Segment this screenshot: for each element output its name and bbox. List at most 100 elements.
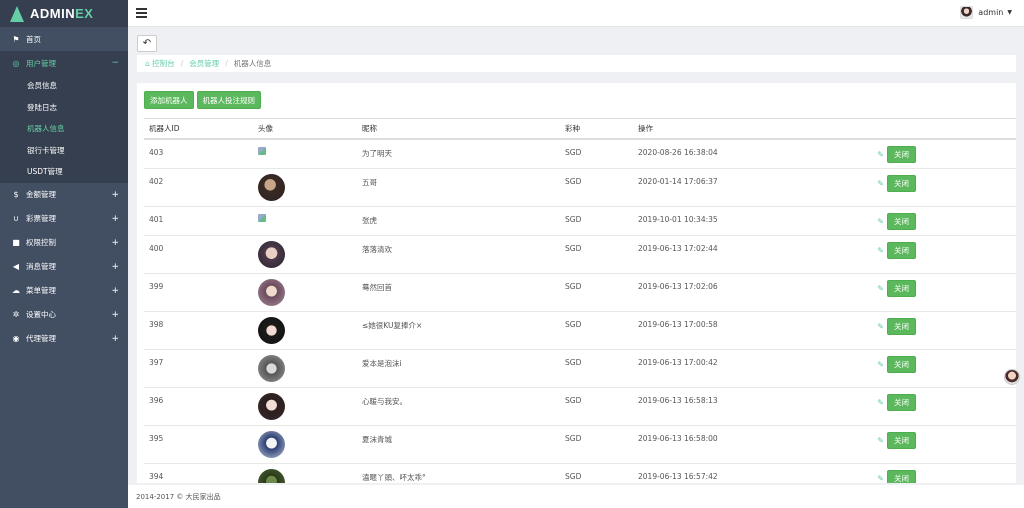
close-robot-button[interactable]: 关闭 [887,242,916,259]
edit-icon[interactable]: ✎ [877,436,884,445]
top-header: admin ▼ [128,0,1024,27]
close-robot-button[interactable]: 关闭 [887,213,916,230]
robot-bet-rules-button[interactable]: 机器人投注规则 [196,91,261,109]
robot-nickname: 溘暱丫頭、吥太乖° [362,473,426,482]
robot-id: 394 [149,472,164,481]
expand-icon: + [111,261,119,272]
edit-icon[interactable]: ✎ [877,284,884,293]
sidebar-item-menus[interactable]: ☁ 菜单管理 + [0,279,128,303]
circle-user-icon: ◉ [12,334,20,343]
home-icon: ⌂ [145,59,153,68]
edit-icon[interactable]: ✎ [877,179,884,188]
created-time: 2020-08-26 16:38:04 [638,148,718,157]
expand-icon: + [111,309,119,320]
robot-id: 403 [149,148,164,157]
caret-down-icon: ▼ [1007,9,1012,16]
edit-icon[interactable]: ✎ [877,398,884,407]
robot-id: 402 [149,177,164,186]
user-name: admin [978,8,1004,17]
table-row: 399 蓦然回首 SGD 2019-06-13 17:02:06 ✎ 关闭 [144,274,1016,312]
sidebar-item-permissions[interactable]: ■ 权限控制 + [0,231,128,255]
robot-nickname: 张虎 [362,216,377,225]
avatar [258,469,285,483]
cloud-icon: ☁ [12,286,20,295]
menu-toggle-icon[interactable] [136,8,147,18]
sidebar-item-amount[interactable]: $ 金额管理 + [0,183,128,207]
edit-icon[interactable]: ✎ [877,217,884,226]
expand-icon: + [111,213,119,224]
avatar-cell [258,312,362,349]
sidebar-subitem-usdt[interactable]: USDT管理 [0,161,128,183]
collapse-icon: − [111,58,119,68]
sidebar-subitem-bank-card[interactable]: 银行卡管理 [0,140,128,162]
close-robot-button[interactable]: 关闭 [887,280,916,297]
robot-id: 400 [149,244,164,253]
flag-icon: ⚑ [12,34,20,44]
close-robot-button[interactable]: 关闭 [887,146,916,163]
close-robot-button[interactable]: 关闭 [887,432,916,449]
column-header-actions: 操作 [638,124,653,133]
user-menu[interactable]: admin ▼ [960,6,1012,19]
avatar [258,393,285,420]
table-row: 395 夏沫青城 SGD 2019-06-13 16:58:00 ✎ 关闭 [144,426,1016,464]
created-time: 2019-06-13 17:00:58 [638,320,718,329]
lottery-type: SGD [565,177,582,186]
avatar [258,317,285,344]
breadcrumb-home[interactable]: 控制台 [152,58,175,69]
edit-icon[interactable]: ✎ [877,360,884,369]
table-body: 403 为了明天 SGD 2020-08-26 16:38:04 ✎ 关闭 402 五哥 SGD… [144,140,1016,483]
edit-icon[interactable]: ✎ [877,322,884,331]
breadcrumb-section[interactable]: 会员管理 [189,58,219,69]
add-robot-button[interactable]: 添加机器人 [144,91,194,109]
table-row: 394 溘暱丫頭、吥太乖° SGD 2019-06-13 16:57:42 ✎ 关闭 [144,464,1016,483]
avatar-cell [258,169,362,206]
edit-icon[interactable]: ✎ [877,150,884,159]
sidebar-subitem-robot-info[interactable]: 机器人信息 [0,118,128,140]
row-actions: ✎ 关闭 [877,318,916,335]
close-robot-button[interactable]: 关闭 [887,318,916,335]
close-robot-button[interactable]: 关闭 [887,356,916,373]
sidebar-item-home[interactable]: ⚑ 首页 [0,27,128,51]
sidebar-item-label: 金额管理 [26,190,56,199]
expand-icon: + [111,285,119,296]
table-row: 401 张虎 SGD 2019-10-01 10:34:35 ✎ 关闭 [144,207,1016,236]
breadcrumb-separator: / [180,59,184,68]
sidebar-subitem-member-info[interactable]: 会员信息 [0,75,128,97]
table-row: 400 落落清欢 SGD 2019-06-13 17:02:44 ✎ 关闭 [144,236,1016,274]
sidebar-item-user-management[interactable]: ◎ 用户管理 − [0,51,128,75]
floating-support-avatar[interactable] [1004,369,1020,385]
avatar-cell [258,426,362,463]
logo-text: ADMINEX [30,6,94,21]
sidebar-item-label: 权限控制 [26,238,56,247]
created-time: 2019-06-13 16:58:13 [638,396,718,405]
avatar-cell [258,464,362,483]
edit-icon[interactable]: ✎ [877,246,884,255]
avatar [258,241,285,268]
lock-icon: ■ [12,238,20,247]
robot-nickname: 为了明天 [362,149,392,158]
logo[interactable]: ADMINEX [0,0,128,27]
close-robot-button[interactable]: 关闭 [887,175,916,192]
column-header-id: 机器人ID [149,124,180,133]
sidebar-item-settings[interactable]: ✲ 设置中心 + [0,303,128,327]
avatar-cell [258,236,362,273]
bullhorn-icon: ◀ [12,262,20,271]
toolbar: 添加机器人 机器人投注规则 [144,91,261,109]
logo-icon [10,5,24,22]
sidebar-item-agents[interactable]: ◉ 代理管理 + [0,327,128,351]
avatar-cell [258,388,362,425]
sidebar-subitem-login-log[interactable]: 登陆日志 [0,97,128,119]
sidebar-item-label: 首页 [26,34,41,44]
lottery-type: SGD [565,282,582,291]
back-button[interactable]: ↶ [137,35,157,52]
robot-id: 398 [149,320,164,329]
sidebar-item-lottery[interactable]: ∪ 彩票管理 + [0,207,128,231]
edit-icon[interactable]: ✎ [877,474,884,483]
lottery-type: SGD [565,434,582,443]
row-actions: ✎ 关闭 [877,242,916,259]
table-row: 402 五哥 SGD 2020-01-14 17:06:37 ✎ 关闭 [144,169,1016,207]
avatar [960,6,974,19]
close-robot-button[interactable]: 关闭 [887,470,916,483]
close-robot-button[interactable]: 关闭 [887,394,916,411]
sidebar-item-messages[interactable]: ◀ 消息管理 + [0,255,128,279]
